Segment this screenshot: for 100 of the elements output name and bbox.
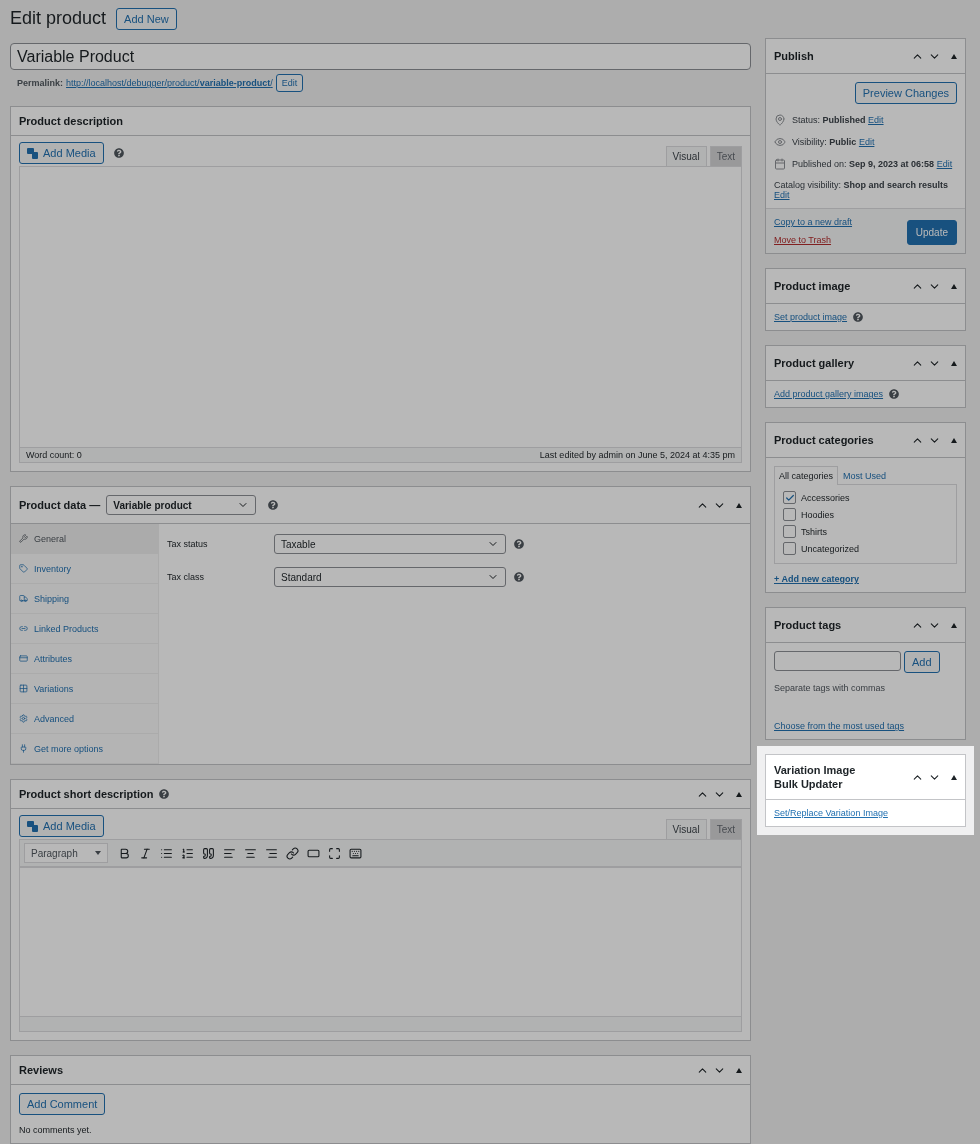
permalink-link[interactable]: http://localhost/debugger/product/variable-product/: [66, 78, 273, 88]
edit-permalink-button[interactable]: Edit: [275, 74, 304, 92]
update-button[interactable]: Update: [906, 220, 957, 245]
empty-message: No comments yet.: [19, 1125, 93, 1135]
tag-input[interactable]: [774, 651, 901, 671]
field-label: Tax class: [167, 572, 205, 582]
last-edited: Last edited by admin on June 5, 2024 at 4:35 pm: [539, 450, 735, 460]
publish-info: Published on: Sep 9, 2023 at 06:58: [792, 159, 935, 169]
page-title: Edit product: [10, 8, 107, 29]
link-button[interactable]: [284, 844, 301, 862]
product-data-tab[interactable]: Attributes: [11, 644, 158, 674]
edit-link[interactable]: Edit: [868, 115, 884, 125]
tags-hint: Separate tags with commas: [774, 683, 887, 693]
plug-icon: [19, 744, 28, 753]
panel-title: Product description: [19, 115, 123, 127]
panel-title: Product categories: [774, 434, 874, 446]
add-media-button[interactable]: Add Media: [19, 142, 104, 164]
panel-link[interactable]: Add product gallery images: [774, 389, 884, 399]
panel-title: Product short description: [19, 788, 154, 800]
panel-link[interactable]: Set/Replace Variation Image: [774, 808, 957, 818]
trash-link[interactable]: Move to Trash: [774, 235, 853, 245]
card-icon: [19, 654, 28, 663]
bold-icon: [118, 846, 131, 860]
select-field[interactable]: Taxable: [274, 534, 506, 554]
help-icon: [514, 572, 524, 582]
product-type-select[interactable]: Variable product: [106, 495, 257, 515]
panel-title: Variation Image Bulk Updater: [774, 762, 857, 792]
add-new-button[interactable]: Add New: [116, 7, 177, 30]
product-data-tab[interactable]: Variations: [11, 674, 158, 704]
truck-icon: [19, 594, 28, 603]
edit-link[interactable]: Edit: [936, 159, 953, 169]
category-label: Uncategorized: [801, 543, 860, 554]
help-icon: [889, 389, 900, 399]
add-category-link[interactable]: + Add new category: [774, 574, 957, 584]
gear-icon: [19, 714, 28, 723]
add-media-button[interactable]: Add Media: [19, 815, 104, 837]
product-data-tab[interactable]: Shipping: [11, 584, 158, 614]
help-icon: [853, 312, 864, 322]
align-center-icon: [244, 846, 257, 860]
help-icon: [514, 539, 524, 549]
eye-icon: [774, 136, 786, 148]
editor-tab[interactable]: Text: [709, 146, 742, 166]
pin-icon: [774, 114, 786, 126]
panel-title: Reviews: [19, 1064, 64, 1076]
numbered-list-icon: [181, 846, 194, 860]
title-field[interactable]: Variable Product: [10, 43, 751, 70]
keyboard-icon: [349, 846, 362, 860]
select-field[interactable]: Standard: [274, 567, 506, 587]
fullscreen-icon: [328, 846, 341, 860]
editor-tab[interactable]: Text: [709, 819, 742, 839]
product-data-tab[interactable]: General: [11, 524, 158, 554]
category-tab[interactable]: All categories: [774, 466, 839, 485]
checkbox[interactable]: [783, 525, 796, 538]
editor-tab[interactable]: Visual: [665, 819, 707, 839]
checkbox[interactable]: [783, 542, 796, 555]
italic-icon: [139, 846, 152, 860]
checkbox[interactable]: [783, 491, 796, 504]
panel-title: Product data —: [19, 499, 101, 511]
media-icon: [27, 147, 39, 159]
word-count: Word count: 0: [26, 450, 82, 460]
copy-draft-link[interactable]: Copy to a new draft: [774, 217, 853, 227]
product-data-tab[interactable]: Linked Products: [11, 614, 158, 644]
category-label: Tshirts: [801, 526, 827, 537]
help-icon: [113, 148, 124, 158]
panel-title: Product tags: [774, 619, 842, 631]
most-used-tags-link[interactable]: Choose from the most used tags: [774, 721, 957, 731]
quote-icon: [202, 846, 215, 860]
add-tag-button[interactable]: Add: [904, 651, 940, 673]
tag-icon: [19, 564, 28, 573]
publish-info: Catalog visibility: Shop and search results: [774, 180, 949, 190]
preview-button[interactable]: Preview Changes: [854, 82, 957, 104]
bullet-list-icon: [160, 846, 173, 860]
panel-title: Product gallery: [774, 357, 855, 369]
align-right-icon: [265, 846, 278, 860]
align-left-icon: [223, 846, 236, 860]
edit-link[interactable]: Edit: [774, 190, 790, 200]
help-icon: [159, 789, 170, 799]
format-select[interactable]: Paragraph: [24, 843, 108, 863]
link-icon: [286, 846, 299, 860]
field-label: Tax status: [167, 539, 209, 549]
product-data-tab[interactable]: Get more options: [11, 734, 158, 764]
publish-info: Visibility: Public: [792, 137, 857, 147]
edit-link[interactable]: Edit: [858, 137, 875, 147]
product-data-tab[interactable]: Inventory: [11, 554, 158, 584]
add-comment-button[interactable]: Add Comment: [19, 1093, 106, 1115]
panel-link[interactable]: Set product image: [774, 312, 848, 322]
link-icon: [19, 624, 28, 633]
panel-title: Product image: [774, 280, 851, 292]
checkbox[interactable]: [783, 508, 796, 521]
help-icon: [268, 500, 279, 510]
grid-icon: [19, 684, 28, 693]
category-tab[interactable]: Most Used: [838, 466, 892, 485]
editor-tab[interactable]: Visual: [665, 146, 707, 166]
wrench-icon: [19, 534, 28, 543]
panel-title: Publish: [774, 50, 814, 62]
publish-info: Status: Published: [792, 115, 866, 125]
product-data-tab[interactable]: Advanced: [11, 704, 158, 734]
category-label: Accessories: [801, 492, 850, 503]
category-label: Hoodies: [801, 509, 835, 520]
permalink-label: Permalink:: [17, 78, 64, 88]
